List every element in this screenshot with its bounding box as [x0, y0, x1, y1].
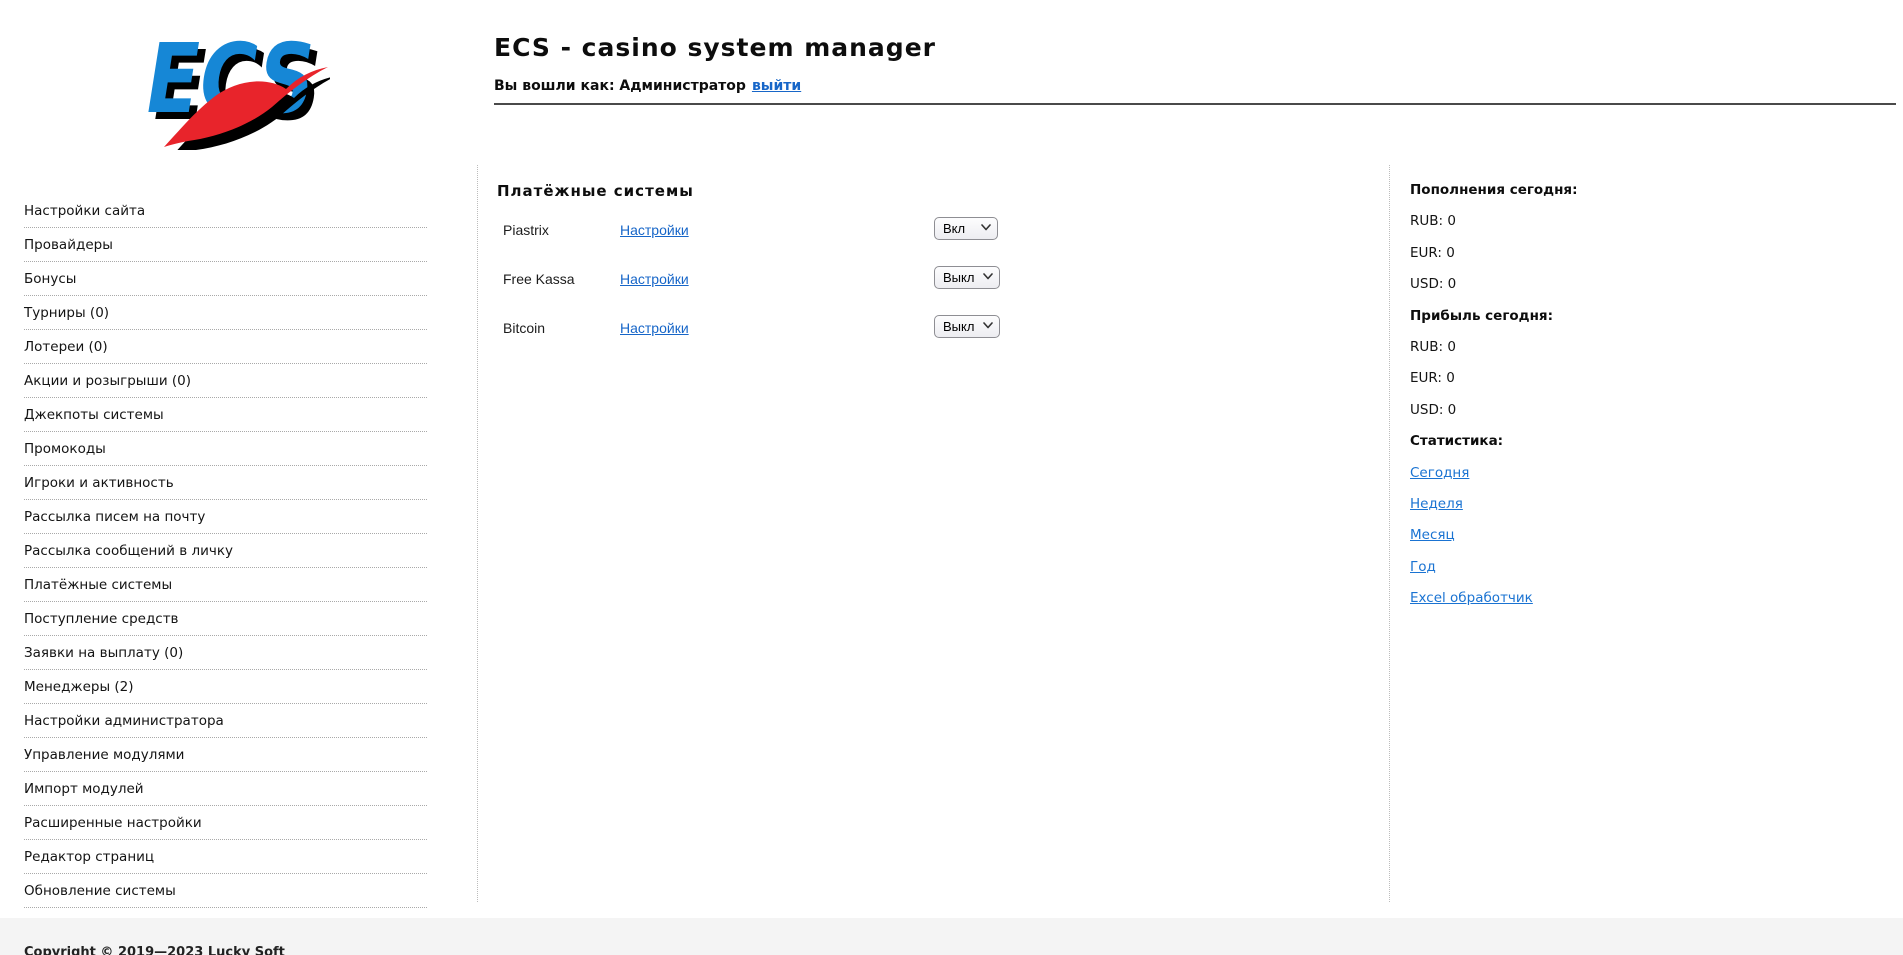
main-stats-divider	[1389, 165, 1390, 902]
sidebar-item[interactable]: Бонусы	[24, 262, 427, 296]
payment-name: Free Kassa	[503, 271, 575, 287]
sidebar-item[interactable]: Поступление средств	[24, 602, 427, 636]
sidebar-item-label: Настройки администратора	[24, 712, 224, 729]
sidebar-item-label: Редактор страниц	[24, 848, 155, 865]
sidebar-item-label: Бонусы	[24, 270, 77, 287]
payment-settings-link[interactable]: Настройки	[620, 320, 689, 336]
profit-heading: Прибыль сегодня:	[1410, 307, 1553, 324]
stats-link[interactable]: Неделя	[1410, 496, 1463, 512]
payment-name: Piastrix	[503, 222, 549, 238]
payment-state-select-wrap: Выкл	[934, 315, 1000, 338]
sidebar-item-label: Рассылка писем на почту	[24, 508, 206, 525]
sidebar-item[interactable]: Промокоды	[24, 432, 427, 466]
sidebar-item[interactable]: Импорт модулей	[24, 772, 427, 806]
sidebar-item-label: Игроки и активность	[24, 474, 174, 491]
deposit-line: USD: 0	[1410, 276, 1457, 293]
stats-link-line: Неделя	[1410, 496, 1880, 527]
payment-settings-link[interactable]: Настройки	[620, 222, 689, 238]
sidebar-item[interactable]: Рассылка сообщений в личку	[24, 534, 427, 568]
stats-link[interactable]: Excel обработчик	[1410, 590, 1533, 606]
sidebar-item-label: Лотереи (0)	[24, 338, 108, 355]
sidebar-item-label: Импорт модулей	[24, 780, 144, 797]
deposits-lines: RUB: 0 EUR: 0 USD: 0	[1410, 213, 1880, 307]
sidebar-item[interactable]: Расширенные настройки	[24, 806, 427, 840]
sidebar-menu: Настройки сайта Провайдеры Бонусы Турнир…	[24, 194, 427, 908]
sidebar-item[interactable]: Настройки администратора	[24, 704, 427, 738]
sidebar-item[interactable]: Менеджеры (2)	[24, 670, 427, 704]
sidebar-item-label: Провайдеры	[24, 236, 113, 253]
sidebar-item[interactable]: Настройки сайта	[24, 194, 427, 228]
sidebar-main-divider	[477, 165, 478, 902]
payment-state-select-wrap: Вкл	[934, 217, 998, 240]
sidebar-item-label: Менеджеры (2)	[24, 678, 134, 695]
copyright-text: Copyright © 2019—2023 Lucky Soft	[24, 945, 285, 955]
payment-state-select[interactable]: Выкл	[934, 266, 1000, 289]
sidebar-item[interactable]: Редактор страниц	[24, 840, 427, 874]
login-status: Вы вошли как: Администратор выйти	[494, 78, 801, 94]
ecs-logo[interactable]: ECS ECS	[140, 18, 330, 150]
deposit-line: EUR: 0	[1410, 244, 1455, 261]
payment-row: Piastrix Настройки Вкл	[503, 217, 1123, 267]
stats-link[interactable]: Месяц	[1410, 527, 1455, 543]
profit-line: EUR: 0	[1410, 370, 1455, 387]
stats-link-line: Месяц	[1410, 527, 1880, 558]
footer: Copyright © 2019—2023 Lucky Soft	[0, 918, 1903, 955]
header-divider	[494, 103, 1896, 105]
sidebar-item-label: Поступление средств	[24, 610, 179, 627]
stats-link-line: Год	[1410, 559, 1880, 590]
payment-name: Bitcoin	[503, 320, 546, 336]
sidebar-item[interactable]: Акции и розыгрыши (0)	[24, 364, 427, 398]
logged-in-label: Вы вошли как: Администратор	[494, 78, 746, 94]
sidebar-item-label: Джекпоты системы	[24, 406, 164, 423]
logout-link[interactable]: выйти	[752, 78, 801, 94]
sidebar-item[interactable]: Обновление системы	[24, 874, 427, 908]
deposit-line: RUB: 0	[1410, 213, 1456, 230]
sidebar-item-label: Обновление системы	[24, 882, 176, 899]
page-title: ECS - casino system manager	[494, 33, 936, 62]
profit-line: RUB: 0	[1410, 338, 1456, 355]
payments-heading: Платёжные системы	[497, 182, 694, 200]
sidebar-item[interactable]: Лотереи (0)	[24, 330, 427, 364]
payment-settings-link[interactable]: Настройки	[620, 271, 689, 287]
sidebar-item-label: Настройки сайта	[24, 202, 146, 219]
stats-link[interactable]: Год	[1410, 559, 1436, 575]
profit-line: USD: 0	[1410, 401, 1457, 418]
sidebar-item-label: Промокоды	[24, 440, 106, 457]
sidebar-item[interactable]: Турниры (0)	[24, 296, 427, 330]
sidebar-item-label: Заявки на выплату (0)	[24, 644, 184, 661]
stats-link-line: Excel обработчик	[1410, 590, 1880, 621]
stats-link-line: Сегодня	[1410, 465, 1880, 496]
deposits-heading: Пополнения сегодня:	[1410, 182, 1578, 198]
stats-heading: Статистика:	[1410, 433, 1504, 450]
sidebar-item-label: Платёжные системы	[24, 576, 173, 593]
sidebar-item-label: Расширенные настройки	[24, 814, 202, 831]
sidebar-item-label: Турниры (0)	[24, 304, 110, 321]
payment-row: Free Kassa Настройки Выкл	[503, 266, 1123, 316]
payment-state-select-wrap: Выкл	[934, 266, 1000, 289]
sidebar-item[interactable]: Рассылка писем на почту	[24, 500, 427, 534]
profit-lines: RUB: 0 EUR: 0 USD: 0	[1410, 339, 1880, 433]
sidebar-item-label: Акции и розыгрыши (0)	[24, 372, 192, 389]
payments-list: Piastrix Настройки Вкл Free Kassa Настро…	[503, 217, 1123, 365]
sidebar-item[interactable]: Игроки и активность	[24, 466, 427, 500]
sidebar-item[interactable]: Заявки на выплату (0)	[24, 636, 427, 670]
sidebar-item-label: Управление модулями	[24, 746, 185, 763]
sidebar-item[interactable]: Платёжные системы	[24, 568, 427, 602]
stats-links: Сегодня Неделя Месяц Год Excel обработчи…	[1410, 465, 1880, 622]
sidebar-item[interactable]: Управление модулями	[24, 738, 427, 772]
payment-state-select[interactable]: Выкл	[934, 315, 1000, 338]
payment-state-select[interactable]: Вкл	[934, 217, 998, 240]
sidebar-item[interactable]: Провайдеры	[24, 228, 427, 262]
sidebar-item[interactable]: Джекпоты системы	[24, 398, 427, 432]
payment-row: Bitcoin Настройки Выкл	[503, 315, 1123, 365]
sidebar-item-label: Рассылка сообщений в личку	[24, 542, 233, 559]
stats-panel: Пополнения сегодня: RUB: 0 EUR: 0 USD: 0…	[1410, 182, 1880, 621]
stats-link[interactable]: Сегодня	[1410, 465, 1469, 481]
